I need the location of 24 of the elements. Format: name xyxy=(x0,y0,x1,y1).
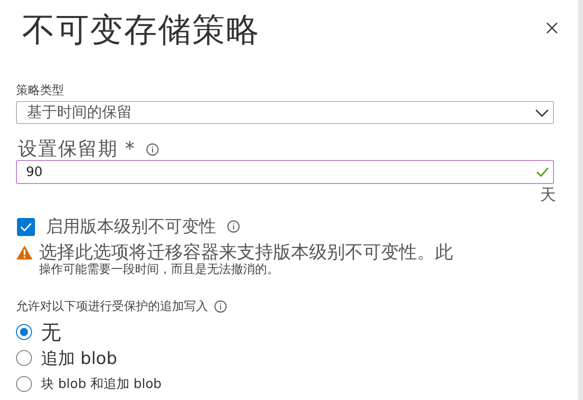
panel-title: 不可变存储策略 xyxy=(22,9,260,51)
chevron-down-icon xyxy=(535,108,549,116)
info-icon[interactable] xyxy=(146,142,159,156)
field-label: 策略类型 xyxy=(16,82,65,99)
retention-input[interactable]: 90 xyxy=(16,160,554,184)
section-label: 允许对以下项进行受保护的追加写入 xyxy=(16,298,208,315)
warning-text: 选择此选项将迁移容器来支持版本级别不可变性。此 xyxy=(39,242,453,263)
radio-label: 块 blob 和追加 blob xyxy=(41,376,162,393)
radio-button[interactable] xyxy=(16,350,32,366)
checkbox-label: 启用版本级别不可变性 xyxy=(46,216,216,238)
radio-label: 无 xyxy=(41,318,61,346)
radio-button[interactable] xyxy=(16,376,32,392)
warning-text: 操作可能需要一段时间，而且是无法撤消的。 xyxy=(39,262,280,276)
field-label: 设置保留期 * xyxy=(18,137,136,162)
policy-type-dropdown[interactable]: 基于时间的保留 xyxy=(16,101,554,124)
unit-label: 天 xyxy=(540,185,556,204)
info-icon[interactable] xyxy=(214,300,227,313)
checkmark-icon xyxy=(20,222,32,232)
info-icon[interactable] xyxy=(227,220,240,233)
close-icon[interactable] xyxy=(546,22,558,34)
radio-label: 追加 blob xyxy=(41,348,118,370)
radio-button[interactable] xyxy=(16,324,32,340)
warning-icon xyxy=(16,245,33,260)
checkbox[interactable] xyxy=(17,218,35,236)
